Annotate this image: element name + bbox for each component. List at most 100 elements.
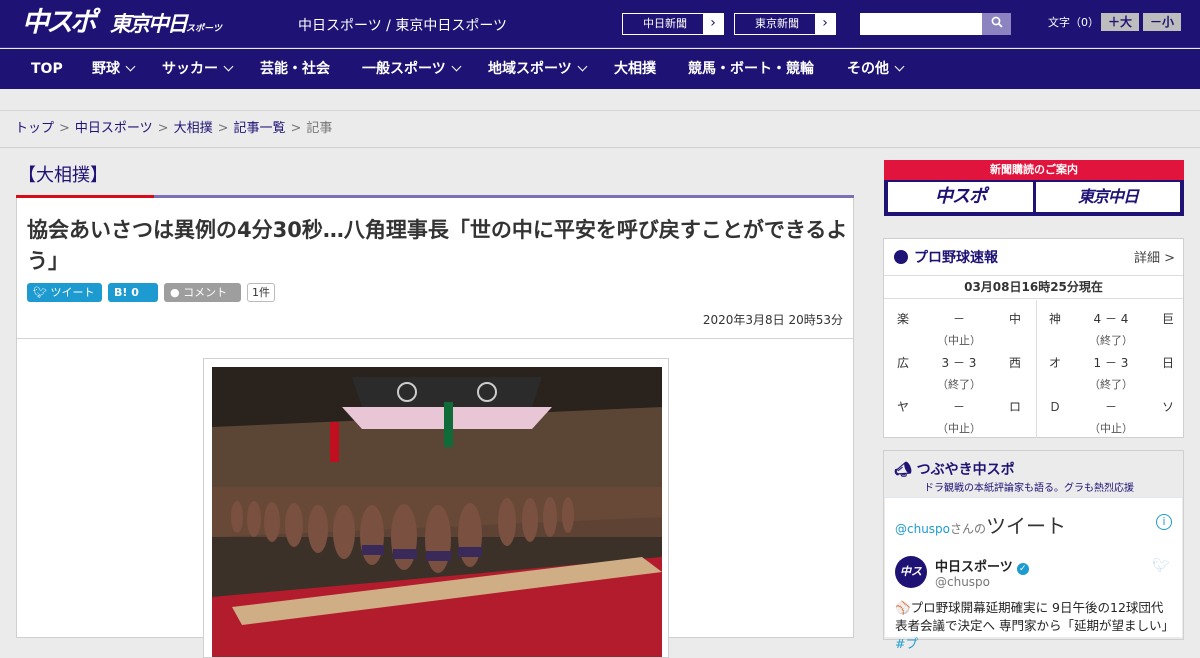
comment-count[interactable]: 1件 [247,283,275,302]
megaphone-icon: 📣︎ [894,462,912,478]
team-away: ソ [1162,400,1175,414]
team-away: 巨 [1162,312,1175,326]
font-smaller-button[interactable]: －小 [1143,13,1181,31]
breadcrumb-current: 記事 [306,121,333,136]
game-status: （終了） [1089,378,1133,391]
tweet-hashtag[interactable]: #プ [895,636,918,651]
main-content: 【大相撲】 協会あいさつは異例の4分30秒…八角理事長「世の中に平安を呼び戻すこ… [0,149,1200,658]
breadcrumb-separator: > [59,121,70,136]
nav-label: 地域スポーツ [488,61,572,77]
twitter-title-text: つぶやき中スポ [916,462,1015,478]
search-input[interactable] [860,13,982,35]
article-headline: 協会あいさつは異例の4分30秒…八角理事長「世の中に平安を呼び戻すことができるよ… [27,218,848,273]
baseball-detail-link[interactable]: 詳細 > [1134,247,1175,266]
game-status: （終了） [1089,334,1133,347]
team-home: Ｄ [1049,400,1062,414]
nav-item-entertainment[interactable]: 芸能・社会 [260,49,330,89]
nav-label: 野球 [92,61,120,77]
nav-item-soccer[interactable]: サッカー [162,49,234,89]
timeline-header: @chuspoさんのツイート [895,510,1066,539]
tweet-text: ⚾プロ野球開幕延期確実に 9日午後の12球団代表者会議で決定へ 専門家から「延期… [895,599,1175,653]
nav-label: 大相撲 [614,61,656,77]
paper-link-label: 中日新聞 [643,17,687,30]
tweet-account-name[interactable]: 中日スポーツ ✓ [935,556,1029,575]
account-name-text: 中日スポーツ [935,560,1013,575]
info-icon[interactable]: i [1156,514,1172,530]
baseball-scores-box: プロ野球速報 詳細 > 03月08日16時25分現在 楽 － 中 （中止） 神 … [883,238,1184,438]
nav-label: 芸能・社会 [260,61,330,77]
twitter-bird-icon[interactable]: 🐦︎ [1152,558,1170,574]
nav-item-racing[interactable]: 競馬・ボート・競輪 [688,49,814,89]
chevron-down-icon [577,61,588,72]
article-date: 2020年3月8日 20時53分 [702,313,843,327]
subscription-promo[interactable]: 新聞購読のご案内 中スポ 東京中日 [884,160,1184,216]
article-card: 協会あいさつは異例の4分30秒…八角理事長「世の中に平安を呼び戻すことができるよ… [16,198,854,658]
nav-item-baseball[interactable]: 野球 [92,49,136,89]
twitter-box: 📣︎ つぶやき中スポ ドラ観戦の本紙評論家も語る。グラも熱烈応援 @chuspo… [883,450,1184,651]
comment-button[interactable]: ● コメント [164,283,241,302]
search-button[interactable] [982,13,1011,35]
nav-item-sumo[interactable]: 大相撲 [614,49,656,89]
breadcrumb-chunichi-sports[interactable]: 中日スポーツ [75,121,153,136]
nav-item-regional-sports[interactable]: 地域スポーツ [488,49,588,89]
score-column-divider [1036,300,1037,438]
nav-item-other[interactable]: その他 [847,49,905,89]
tweet-account-id[interactable]: @chuspo [935,575,990,589]
timeline-title: ツイート [986,514,1067,538]
nav-item-top[interactable]: TOP [31,49,63,89]
game-score[interactable]: － [944,310,974,327]
chevron-down-icon [894,61,905,72]
nav-item-general-sports[interactable]: 一般スポーツ [362,49,462,89]
game-status: （中止） [937,422,981,435]
breadcrumb: トップ > 中日スポーツ > 大相撲 > 記事一覧 > 記事 [0,111,1200,148]
chunichi-shimbun-link[interactable]: 中日新聞 › [622,13,724,35]
breadcrumb-top[interactable]: トップ [15,121,54,136]
site-name: 中日スポーツ / 東京中日スポーツ [298,18,508,34]
twitter-box-title: 📣︎ つぶやき中スポ [894,459,1015,479]
game-score[interactable]: 3 － 3 [932,354,986,371]
font-size-label: 文字（0） [1048,16,1099,29]
twitter-bird-icon: 🐦︎ [33,286,47,299]
baseball-icon [894,250,908,264]
game-score[interactable]: 1 － 3 [1084,354,1138,371]
nav-label: 競馬・ボート・競輪 [688,61,814,77]
breadcrumb-separator: > [290,121,302,136]
team-home: ヤ [897,400,910,414]
sub-nav-bar [0,89,1200,111]
team-home: オ [1049,356,1062,370]
tokyo-chunichi-logo[interactable]: 東京中日スポーツ [110,11,222,42]
chevron-down-icon [223,61,234,72]
team-away: 中 [1009,312,1022,326]
game-status: （中止） [1089,422,1133,435]
nav-label: TOP [31,61,63,77]
chuspo-logo[interactable]: 中スポ [22,6,97,40]
breadcrumb-sumo[interactable]: 大相撲 [174,121,213,136]
baseball-updated-time: 03月08日16時25分現在 [884,275,1183,299]
game-score[interactable]: － [1096,398,1126,415]
article-photo-frame [203,358,669,658]
team-away: 西 [1009,356,1022,370]
twitter-timeline: @chuspoさんのツイート i 中スポ 中日スポーツ ✓ @chuspo 🐦︎ … [885,497,1182,651]
hatena-bookmark-button[interactable]: B! 0 [108,283,158,302]
tweet-button-label: ツイート [50,286,95,299]
game-score[interactable]: － [944,398,974,415]
sumo-ceremony-photo[interactable] [212,367,662,657]
tokyo-shimbun-link[interactable]: 東京新聞 › [734,13,836,35]
promo-tokyo-chunichi-button[interactable]: 東京中日 [1036,182,1180,212]
team-home: 神 [1049,312,1062,326]
chevron-right-icon: › [703,14,723,34]
avatar[interactable]: 中スポ [895,556,927,610]
game-score[interactable]: 4 － 4 [1084,310,1138,327]
nav-label: その他 [847,61,889,77]
search-icon [991,16,1003,28]
font-larger-button[interactable]: ＋大 [1101,13,1139,31]
timeline-handle-link[interactable]: @chuspo [895,522,950,536]
tweet-button[interactable]: 🐦︎ ツイート [27,283,102,302]
breadcrumb-separator: > [157,121,169,136]
timeline-handle-suffix: さんの [950,522,987,536]
team-away: 日 [1162,356,1175,370]
tokyo-logo-small: スポーツ [186,24,222,34]
team-home: 楽 [897,312,910,326]
promo-chuspo-button[interactable]: 中スポ [888,182,1033,212]
breadcrumb-article-list[interactable]: 記事一覧 [234,121,286,136]
